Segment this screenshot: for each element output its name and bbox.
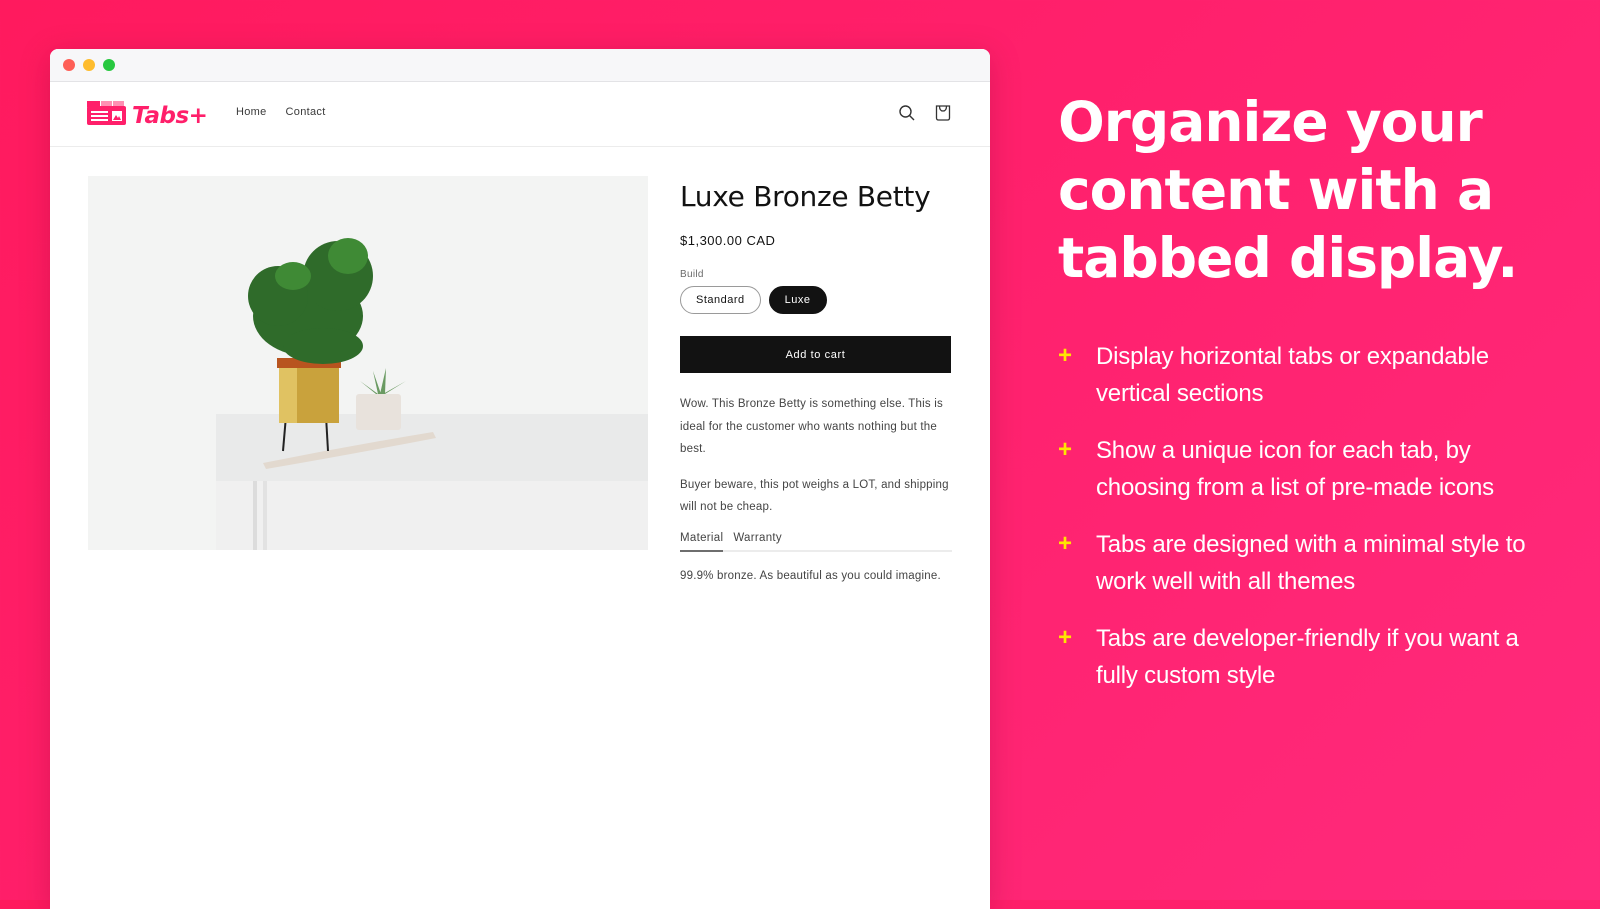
- tab-warranty[interactable]: Warranty: [733, 532, 782, 550]
- nav-link-contact[interactable]: Contact: [286, 106, 326, 118]
- marketing-panel: Organize your content with a tabbed disp…: [1058, 88, 1558, 714]
- maximize-window-button[interactable]: [103, 59, 115, 71]
- product-title: Luxe Bronze Betty: [680, 180, 931, 213]
- feature-text: Tabs are designed with a minimal style t…: [1096, 531, 1526, 595]
- plus-icon: +: [1058, 624, 1072, 651]
- header-icons: [898, 104, 952, 122]
- feature-list: + Display horizontal tabs or expandable …: [1058, 338, 1558, 694]
- variant-standard-button[interactable]: Standard: [680, 286, 761, 314]
- cart-bag-icon[interactable]: [934, 104, 952, 122]
- product-image[interactable]: [88, 176, 648, 550]
- variant-selector: Standard Luxe: [680, 286, 952, 314]
- plus-icon: +: [1058, 530, 1072, 557]
- feature-item: + Tabs are designed with a minimal style…: [1058, 526, 1558, 600]
- browser-titlebar: [50, 49, 990, 82]
- close-window-button[interactable]: [63, 59, 75, 71]
- store-logo[interactable]: Tabs+: [87, 101, 208, 130]
- nav-link-home[interactable]: Home: [236, 106, 267, 118]
- product-tabs: Material Warranty: [680, 532, 952, 552]
- browser-window: Tabs+ Home Contact Luxe Bronze Betty $1,…: [50, 49, 990, 909]
- feature-item: + Tabs are developer-friendly if you wan…: [1058, 620, 1558, 694]
- option-label: Build: [680, 269, 704, 280]
- description-paragraph: Buyer beware, this pot weighs a LOT, and…: [680, 478, 949, 514]
- product-description: Wow. This Bronze Betty is something else…: [680, 393, 952, 519]
- product-info: Luxe Bronze Betty $1,300.00 CAD Build St…: [680, 176, 952, 587]
- tab-content: 99.9% bronze. As beautiful as you could …: [680, 569, 941, 582]
- feature-text: Display horizontal tabs or expandable ve…: [1096, 343, 1489, 407]
- description-paragraph: Wow. This Bronze Betty is something else…: [680, 398, 943, 455]
- plus-icon: +: [1058, 342, 1072, 369]
- logo-text: Tabs+: [132, 102, 208, 129]
- add-to-cart-button[interactable]: Add to cart: [680, 336, 951, 373]
- store-header: Tabs+ Home Contact: [50, 82, 990, 147]
- headline: Organize your content with a tabbed disp…: [1058, 90, 1518, 290]
- main-nav: Home Contact: [236, 106, 326, 118]
- tabs-browser-icon: [87, 101, 126, 130]
- product-price: $1,300.00 CAD: [680, 233, 776, 248]
- feature-item: + Display horizontal tabs or expandable …: [1058, 338, 1558, 412]
- plus-icon: +: [1058, 436, 1072, 463]
- tab-material[interactable]: Material: [680, 532, 724, 552]
- search-icon[interactable]: [898, 104, 916, 122]
- feature-item: + Show a unique icon for each tab, by ch…: [1058, 432, 1558, 506]
- minimize-window-button[interactable]: [83, 59, 95, 71]
- feature-text: Tabs are developer-friendly if you want …: [1096, 625, 1519, 689]
- feature-text: Show a unique icon for each tab, by choo…: [1096, 437, 1494, 501]
- variant-luxe-button[interactable]: Luxe: [768, 286, 827, 314]
